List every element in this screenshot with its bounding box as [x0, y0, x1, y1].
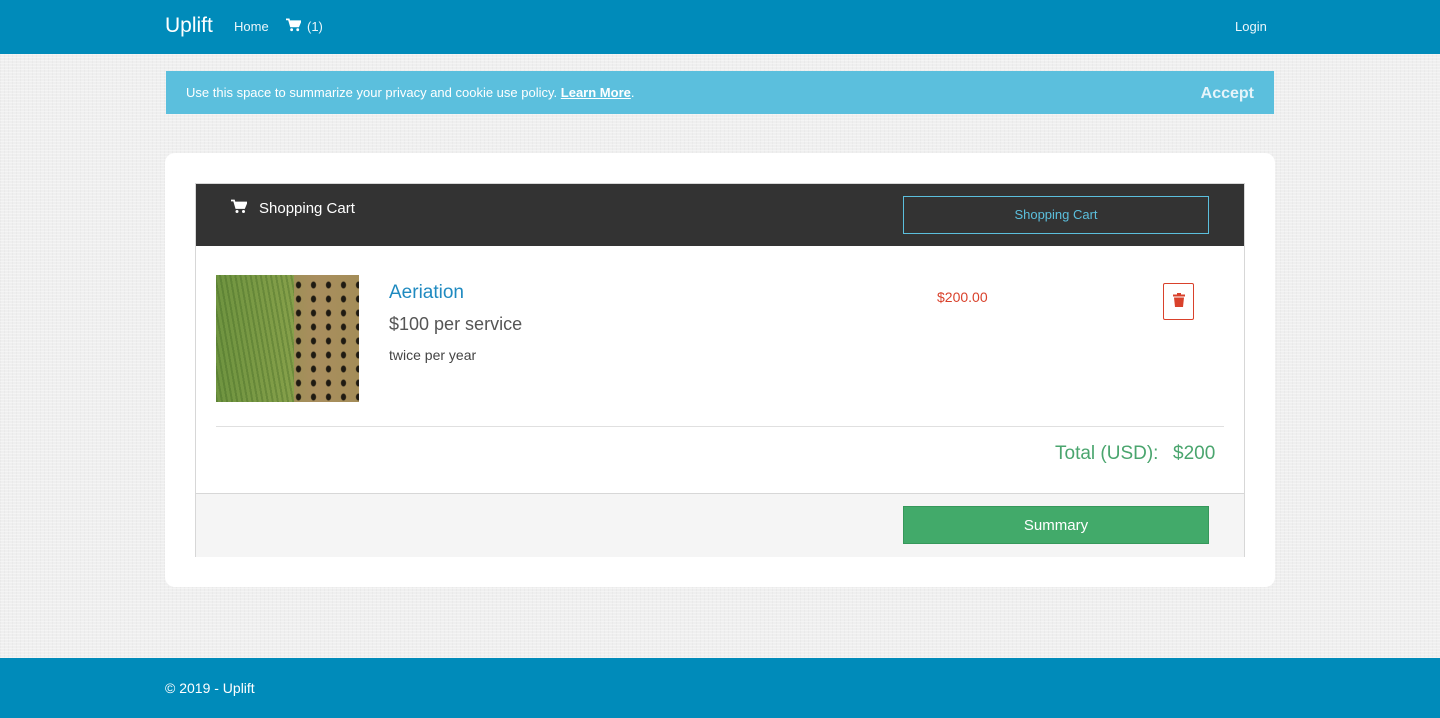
summary-button[interactable]: Summary: [903, 506, 1209, 544]
grass-texture: [216, 275, 294, 402]
nav-cart-link[interactable]: (1): [286, 18, 323, 35]
accept-cookies-button[interactable]: Accept: [1201, 85, 1254, 103]
cart-panel-header: Shopping Cart Shopping Cart: [196, 184, 1244, 246]
nav-home-link[interactable]: Home: [234, 19, 269, 34]
cart-panel-title: Shopping Cart: [231, 199, 355, 218]
item-price: $200.00: [937, 289, 988, 305]
cookie-consent-banner: Use this space to summarize your privacy…: [166, 71, 1274, 114]
cookie-text-period: .: [630, 85, 635, 100]
item-name-link[interactable]: Aeriation: [389, 282, 464, 304]
item-frequency: twice per year: [389, 347, 477, 363]
shopping-cart-panel: Shopping Cart Shopping Cart Aeriation $1…: [195, 183, 1245, 557]
shopping-cart-header-button[interactable]: Shopping Cart: [903, 196, 1209, 234]
cookie-policy-text: Use this space to summarize your privacy…: [186, 85, 558, 100]
learn-more-link[interactable]: Learn More: [561, 85, 631, 100]
delete-item-button[interactable]: [1163, 283, 1194, 320]
footer-copyright: © 2019 - Uplift: [165, 680, 255, 696]
cart-panel-footer: Summary: [196, 493, 1244, 557]
page-footer: © 2019 - Uplift: [0, 658, 1440, 718]
item-rate: $100 per service: [389, 314, 523, 334]
main-card: Shopping Cart Shopping Cart Aeriation $1…: [165, 153, 1275, 587]
brand-logo[interactable]: Uplift: [165, 14, 213, 38]
aeration-lawn-image: [216, 275, 359, 402]
total-label: Total (USD):: [1055, 443, 1159, 464]
total-value: $200: [1173, 443, 1216, 464]
cart-count: (1): [307, 19, 323, 34]
trash-icon: [1172, 293, 1185, 310]
login-link[interactable]: Login: [1235, 19, 1267, 34]
cart-title-text: Shopping Cart: [259, 200, 355, 217]
item-divider: [216, 426, 1224, 427]
shopping-cart-icon: [286, 18, 302, 35]
shopping-cart-icon: [231, 199, 248, 218]
top-navbar: Uplift Home (1) Login: [0, 0, 1440, 54]
cookie-message: Use this space to summarize your privacy…: [186, 85, 634, 100]
